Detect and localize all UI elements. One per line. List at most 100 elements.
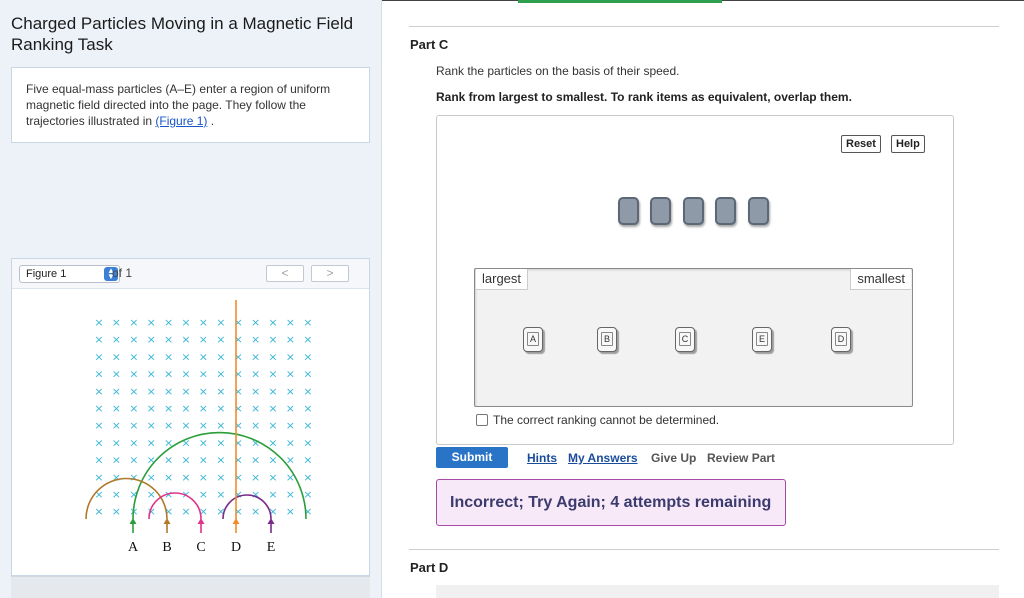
arrowhead-A bbox=[129, 518, 137, 524]
field-cross-mark: × bbox=[129, 454, 138, 467]
empty-slot[interactable] bbox=[683, 197, 704, 225]
field-cross-mark: × bbox=[251, 505, 260, 518]
progress-indicator bbox=[518, 0, 722, 3]
field-cross-mark: × bbox=[199, 402, 208, 415]
give-up-button[interactable]: Give Up bbox=[651, 451, 696, 465]
field-cross-mark: × bbox=[147, 368, 156, 381]
field-cross-mark: × bbox=[286, 333, 295, 346]
field-cross-mark: × bbox=[303, 419, 312, 432]
field-cross-mark: × bbox=[234, 385, 243, 398]
tile-label: D bbox=[835, 332, 847, 346]
field-cross-mark: × bbox=[164, 419, 173, 432]
field-cross-mark: × bbox=[303, 350, 312, 363]
field-cross-mark: × bbox=[181, 505, 190, 518]
field-cross-mark: × bbox=[303, 333, 312, 346]
field-cross-mark: × bbox=[129, 402, 138, 415]
feedback-message: Incorrect; Try Again; 4 attempts remaini… bbox=[436, 479, 786, 526]
empty-slot[interactable] bbox=[618, 197, 639, 225]
field-cross-mark: × bbox=[251, 419, 260, 432]
field-cross-mark: × bbox=[234, 505, 243, 518]
field-cross-mark: × bbox=[234, 368, 243, 381]
empty-slot[interactable] bbox=[748, 197, 769, 225]
figure-link[interactable]: (Figure 1) bbox=[155, 114, 207, 128]
hints-link[interactable]: Hints bbox=[527, 451, 557, 465]
cannot-determine-checkbox[interactable] bbox=[476, 414, 488, 426]
particle-label-A: A bbox=[128, 540, 139, 555]
field-cross-mark: × bbox=[251, 488, 260, 501]
field-cross-mark: × bbox=[129, 333, 138, 346]
intro-after: . bbox=[207, 114, 215, 128]
field-cross-mark: × bbox=[234, 454, 243, 467]
field-cross-mark: × bbox=[129, 368, 138, 381]
field-cross-mark: × bbox=[112, 316, 121, 329]
field-cross-mark: × bbox=[268, 402, 277, 415]
field-cross-mark: × bbox=[199, 419, 208, 432]
part-d-separator bbox=[409, 549, 999, 550]
field-cross-mark: × bbox=[181, 333, 190, 346]
title-line-2: Ranking Task bbox=[11, 35, 113, 54]
figure-panel: Figure 1 ▲ ▼ of 1 < > × × × × × × × × × × × × × × × × × × ×… bbox=[11, 258, 370, 576]
field-cross-mark: × bbox=[251, 454, 260, 467]
left-panel: Charged Particles Moving in a Magnetic F… bbox=[0, 0, 382, 598]
reset-button[interactable]: Reset bbox=[841, 135, 881, 153]
field-cross-mark: × bbox=[147, 471, 156, 484]
field-cross-mark: × bbox=[112, 454, 121, 467]
assignment-title: Charged Particles Moving in a Magnetic F… bbox=[11, 13, 371, 55]
trajectory-figure: × × × × × × × × × × × × × × × × × × × × × × × × × × × × × × × × × × × × × × × ×… bbox=[85, 300, 312, 555]
ranking-tile[interactable]: D bbox=[831, 327, 851, 352]
field-cross-mark: × bbox=[112, 385, 121, 398]
review-part-button[interactable]: Review Part bbox=[707, 451, 775, 465]
ranking-tile[interactable]: C bbox=[675, 327, 695, 352]
ranking-tile[interactable]: B bbox=[597, 327, 617, 352]
field-cross-mark: × bbox=[268, 436, 277, 449]
field-cross-mark: × bbox=[147, 402, 156, 415]
ranking-drop-zone[interactable]: largest smallest A B C E D bbox=[474, 268, 913, 407]
field-cross-mark: × bbox=[251, 316, 260, 329]
trajectory-E bbox=[222, 494, 272, 520]
field-cross-mark: × bbox=[251, 350, 260, 363]
field-cross-mark: × bbox=[286, 350, 295, 363]
field-cross-mark: × bbox=[129, 385, 138, 398]
field-cross-mark: × bbox=[216, 333, 225, 346]
field-cross-mark: × bbox=[286, 436, 295, 449]
field-cross-mark: × bbox=[181, 316, 190, 329]
arrowhead-D bbox=[232, 518, 240, 524]
field-cross-mark: × bbox=[164, 385, 173, 398]
field-cross-mark: × bbox=[234, 436, 243, 449]
field-cross-mark: × bbox=[216, 471, 225, 484]
ranking-widget: Reset Help largest smallest A B C E D Th… bbox=[436, 115, 954, 445]
field-cross-mark: × bbox=[94, 471, 103, 484]
field-cross-mark: × bbox=[216, 488, 225, 501]
field-cross-mark: × bbox=[199, 488, 208, 501]
field-cross-mark: × bbox=[286, 402, 295, 415]
field-cross-mark: × bbox=[303, 316, 312, 329]
empty-slot[interactable] bbox=[650, 197, 671, 225]
ranking-tile[interactable]: A bbox=[523, 327, 543, 352]
empty-slot[interactable] bbox=[715, 197, 736, 225]
field-cross-mark: × bbox=[303, 436, 312, 449]
field-cross-mark: × bbox=[303, 471, 312, 484]
previous-figure-button[interactable]: < bbox=[266, 265, 304, 282]
field-cross-mark: × bbox=[251, 333, 260, 346]
figure-count: of 1 bbox=[112, 266, 133, 280]
field-cross-mark: × bbox=[181, 385, 190, 398]
cannot-determine-row[interactable]: The correct ranking cannot be determined… bbox=[476, 413, 719, 427]
field-cross-mark: × bbox=[286, 488, 295, 501]
ranking-tile[interactable]: E bbox=[752, 327, 772, 352]
tile-label: E bbox=[756, 332, 768, 346]
my-answers-link[interactable]: My Answers bbox=[568, 451, 638, 465]
title-line-1: Charged Particles Moving in a Magnetic F… bbox=[11, 14, 354, 33]
field-cross-mark: × bbox=[199, 471, 208, 484]
help-button[interactable]: Help bbox=[891, 135, 925, 153]
next-figure-button[interactable]: > bbox=[311, 265, 349, 282]
figure-selector[interactable]: Figure 1 ▲ ▼ bbox=[19, 265, 120, 283]
field-cross-mark: × bbox=[164, 368, 173, 381]
particle-label-B: B bbox=[162, 540, 171, 555]
submit-button[interactable]: Submit bbox=[436, 447, 508, 468]
trajectory-C bbox=[148, 492, 202, 520]
field-cross-mark: × bbox=[303, 368, 312, 381]
field-cross-mark: × bbox=[216, 436, 225, 449]
field-cross-mark: × bbox=[268, 350, 277, 363]
field-cross-mark: × bbox=[234, 333, 243, 346]
field-cross-mark: × bbox=[268, 368, 277, 381]
